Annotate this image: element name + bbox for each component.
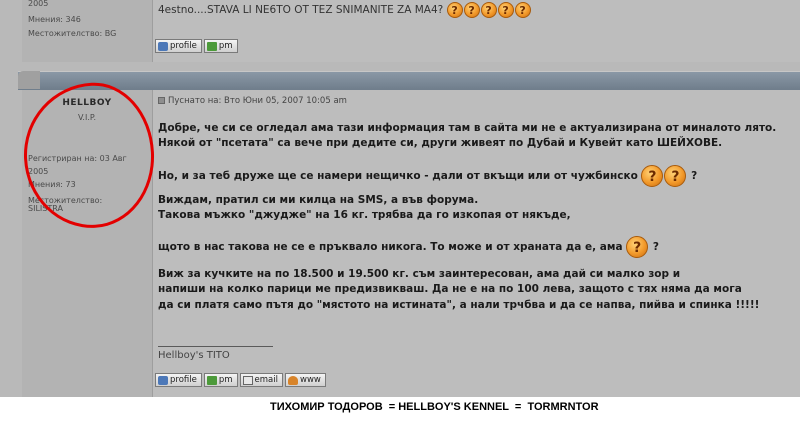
post-line: Добре, че си се огледал ама тази информа…: [158, 122, 777, 134]
caption: ТИХОМИР ТОДОРОВ = HELLBOY'S KENNEL = TOR…: [270, 401, 599, 413]
signature-divider: [158, 346, 273, 347]
previous-author-year: 2005: [28, 0, 49, 8]
post-line: да си платя само пътя до "мястото на ист…: [158, 299, 760, 311]
post-line: Виждам, пратил си ми килца на SMS, а във…: [158, 194, 479, 206]
confused-smiley-icon: ?: [514, 2, 531, 18]
previous-post-buttons: profile pm: [155, 39, 238, 53]
post-header: Пуснато на: Вто Юни 05, 2007 10:05 am: [158, 96, 347, 106]
separator-corner: [18, 71, 40, 89]
confused-smiley-icon: ?: [446, 2, 463, 18]
post-line: Но, и за теб друже ще се намери нещичко …: [158, 170, 638, 182]
post-body: Пуснато на: Вто Юни 05, 2007 10:05 am До…: [153, 90, 800, 397]
post-line: Виж за кучките на по 18.500 и 19.500 кг.…: [158, 268, 681, 280]
post-line: напиши на колко парици ме предизвикваш. …: [158, 283, 742, 295]
profile-button-label: profile: [170, 375, 197, 385]
post-line-with-smileys: Но, и за теб друже ще се намери нещичко …: [158, 165, 697, 187]
profile-button[interactable]: profile: [155, 373, 202, 387]
previous-post-text-content: 4estno....STAVA LI NE6TO OT TEZ SNIMANIT…: [158, 4, 444, 16]
email-button[interactable]: email: [239, 373, 283, 387]
profile-icon: [158, 375, 168, 385]
post-line-with-smiley: щото в нас такова не се е пръквало никог…: [158, 236, 659, 258]
home-icon: [288, 375, 298, 385]
previous-author-location: Местожителство: BG: [28, 29, 117, 38]
profile-button[interactable]: profile: [155, 39, 202, 53]
email-button-label: email: [254, 375, 278, 385]
pm-icon: [206, 41, 217, 51]
confused-smiley-icon: ?: [497, 2, 514, 18]
confused-smiley-icon: ?: [463, 2, 480, 18]
post-separator-bar: [18, 71, 800, 90]
email-icon: [242, 375, 253, 385]
previous-post-text: 4estno....STAVA LI NE6TO OT TEZ SNIMANIT…: [158, 2, 532, 18]
post-line: щото в нас такова не се е пръквало никог…: [158, 241, 623, 253]
previous-author-posts: Мнения: 346: [28, 15, 81, 24]
pm-button[interactable]: pm: [203, 39, 238, 53]
confused-smiley-icon: ?: [664, 165, 687, 187]
pm-button-label: pm: [218, 375, 233, 385]
profile-button-label: profile: [170, 41, 197, 51]
post-buttons: profile pm email www: [155, 373, 326, 387]
post-icon: [158, 97, 165, 104]
www-button[interactable]: www: [285, 373, 326, 387]
pm-button[interactable]: pm: [203, 373, 238, 387]
confused-smiley-icon: ?: [641, 165, 664, 187]
post-line: Някой от "псетата" са вече при дедите си…: [158, 137, 723, 149]
smiley-group: ?????: [446, 2, 532, 18]
pm-button-label: pm: [218, 41, 233, 51]
confused-smiley-icon: ?: [480, 2, 497, 18]
signature: Hellboy's TITO: [158, 350, 230, 361]
confused-smiley-icon: ?: [626, 236, 649, 258]
www-button-label: www: [300, 375, 321, 385]
question-mark: ?: [652, 241, 659, 253]
profile-icon: [158, 41, 168, 51]
post-date: Пуснато на: Вто Юни 05, 2007 10:05 am: [168, 96, 347, 106]
previous-post-body: 4estno....STAVA LI NE6TO OT TEZ SNIMANIT…: [153, 0, 800, 62]
pm-icon: [206, 375, 217, 385]
post-line: Такова мъжко "джудже" на 16 кг. трябва д…: [158, 209, 571, 221]
question-mark: ?: [691, 170, 698, 182]
smiley-group: ??: [641, 165, 687, 187]
previous-author-panel: 2005 Мнения: 346 Местожителство: BG: [22, 0, 153, 62]
smiley-group: ?: [626, 236, 649, 258]
